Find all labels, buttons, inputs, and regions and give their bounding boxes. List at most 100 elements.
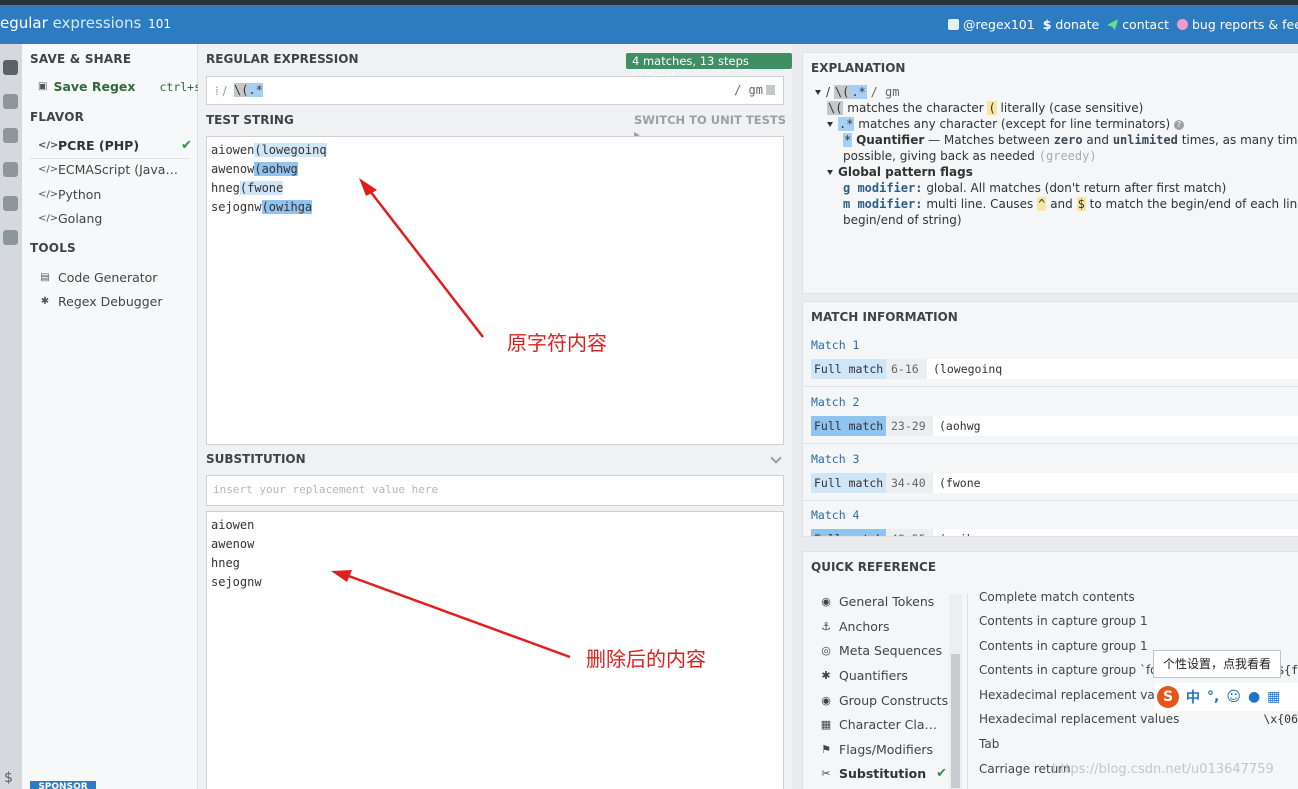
qr-description[interactable]: Complete match contents bbox=[979, 590, 1135, 604]
regex-debugger-link[interactable]: ✱ Regex Debugger bbox=[38, 294, 192, 309]
m-modifier-label: m modifier: bbox=[843, 197, 923, 211]
substitution-input[interactable] bbox=[213, 483, 773, 496]
ime-punctuation-toggle[interactable]: °, bbox=[1207, 689, 1219, 705]
regex-flags[interactable]: / gm bbox=[734, 83, 775, 97]
bug-report-link[interactable]: bug reports & feedback bbox=[1176, 17, 1298, 32]
qr-label: Flags/Modifiers bbox=[839, 742, 934, 757]
annotation-after-delete: 删除后的内容 bbox=[586, 647, 706, 671]
explanation-root[interactable]: / \(.* / gm bbox=[815, 85, 900, 99]
ime-language-toggle[interactable]: 中 bbox=[1186, 687, 1200, 707]
match-row[interactable]: Full match 6-16 (lowegoinq bbox=[811, 359, 1298, 379]
user-icon[interactable] bbox=[3, 128, 18, 143]
help-icon[interactable]: ? bbox=[1174, 119, 1185, 130]
match-label: Match 2 bbox=[811, 395, 860, 409]
ime-tooltip[interactable]: 个性设置，点我看看 bbox=[1153, 650, 1281, 678]
save-regex-label: Save Regex bbox=[53, 79, 136, 94]
contact-link[interactable]: contact bbox=[1107, 17, 1169, 32]
lifebuoy-icon: ◎ bbox=[821, 644, 831, 657]
explanation-flags: / gm bbox=[870, 85, 900, 99]
full-match-tag: Full match bbox=[811, 359, 887, 379]
match-label: Match 4 bbox=[811, 508, 860, 522]
pattern-escape-token: \( bbox=[234, 83, 249, 97]
qr-description[interactable]: Contents in capture group `foo` bbox=[979, 663, 1171, 677]
site-logo[interactable]: egular expressions 101 bbox=[0, 14, 171, 32]
match-row[interactable]: Full match 23-29 (aohwg bbox=[811, 416, 1298, 436]
match-range: 34-40 bbox=[891, 476, 926, 490]
contact-link-label: contact bbox=[1122, 17, 1169, 32]
microphone-icon[interactable]: ● bbox=[1248, 689, 1260, 705]
explanation-dot-line[interactable]: .* matches any character (except for lin… bbox=[827, 117, 1185, 131]
qr-description[interactable]: Contents in capture group 1 bbox=[979, 639, 1148, 653]
qr-description[interactable]: Hexadecimal replacement values bbox=[979, 688, 1179, 702]
chevron-down-icon[interactable] bbox=[770, 452, 782, 464]
logo-text-suffix: expressions bbox=[52, 14, 142, 32]
test-string-editor[interactable]: aiowen(lowegoinq awenow(aohwg hneg(fwone… bbox=[206, 136, 784, 445]
match-row[interactable]: Full match 48-55 (owihga bbox=[811, 529, 1298, 536]
qr-flags-modifiers[interactable]: ⚑ Flags/Modifiers bbox=[819, 742, 933, 757]
test-line: aiowen(lowegoinq bbox=[211, 143, 327, 157]
flavor-pcre-label: PCRE (PHP) bbox=[58, 138, 140, 153]
qr-scrollbar-thumb[interactable] bbox=[951, 654, 960, 788]
qr-general-tokens[interactable]: ◉ General Tokens bbox=[819, 594, 934, 609]
qr-meta-sequences[interactable]: ◎ Meta Sequences bbox=[819, 643, 942, 658]
library-icon[interactable] bbox=[3, 94, 18, 109]
flavor-python[interactable]: </> Python bbox=[38, 187, 192, 202]
match-row[interactable]: Full match 34-40 (fwone bbox=[811, 473, 1298, 493]
triangle-down-icon bbox=[827, 170, 833, 175]
donate-link-label: donate bbox=[1055, 17, 1100, 32]
code-generator-link[interactable]: ▤ Code Generator bbox=[38, 270, 192, 285]
test-line-text: awenow bbox=[211, 162, 255, 176]
pattern-dot-star-token: .* bbox=[248, 83, 263, 97]
qr-description[interactable]: Tab bbox=[979, 737, 999, 751]
logo-version: 101 bbox=[148, 17, 171, 31]
quiz-icon[interactable] bbox=[3, 162, 18, 177]
match-range: 48-55 bbox=[891, 529, 926, 536]
qr-anchors[interactable]: ⚓ Anchors bbox=[819, 619, 890, 634]
regex-input[interactable]: ⁞ / \(.* / gm bbox=[206, 76, 784, 105]
match-label: Match 1 bbox=[811, 338, 860, 352]
separator bbox=[803, 386, 1298, 387]
scissors-icon: ✂ bbox=[821, 767, 831, 780]
regex-delimiter: ⁞ / bbox=[215, 84, 227, 98]
regex-pattern[interactable]: \(.* bbox=[234, 83, 263, 97]
save-regex-button[interactable]: ▣ Save Regex ctrl+s bbox=[38, 79, 201, 94]
ime-toolbar[interactable]: S 中 °, ☺ ● ▦ bbox=[1155, 683, 1298, 711]
qr-quantifiers[interactable]: ✱ Quantifiers bbox=[819, 668, 908, 683]
grid-icon: ▦ bbox=[820, 718, 832, 731]
wrench-icon[interactable] bbox=[3, 196, 18, 211]
annotation-original: 原字符内容 bbox=[507, 331, 607, 355]
flavor-pcre[interactable]: </> PCRE (PHP) ✔ bbox=[38, 138, 192, 153]
donate-link[interactable]: $ donate bbox=[1043, 17, 1099, 32]
watermark: https://blog.csdn.net/u013647759 bbox=[1052, 762, 1274, 777]
flavor-ecmascript[interactable]: </> ECMAScript (JavaScript) bbox=[38, 162, 192, 177]
twitter-link[interactable]: @regex101 bbox=[948, 17, 1035, 32]
qr-substitution[interactable]: ✂ Substitution ✔ bbox=[819, 766, 947, 781]
qr-scrollbar[interactable] bbox=[949, 594, 962, 789]
icon-rail: $ bbox=[0, 44, 22, 789]
result-line: hneg bbox=[211, 556, 240, 570]
code-icon[interactable] bbox=[3, 60, 18, 75]
ime-logo-icon[interactable]: S bbox=[1157, 686, 1179, 708]
full-match-tag: Full match bbox=[811, 529, 887, 536]
qr-character-classes[interactable]: ▦ Character Classes bbox=[819, 717, 939, 732]
qr-description[interactable]: Hexadecimal replacement values bbox=[979, 712, 1179, 726]
qr-description[interactable]: Contents in capture group 1 bbox=[979, 614, 1148, 628]
sponsor-dollar-icon[interactable]: $ bbox=[4, 770, 13, 786]
flavor-python-label: Python bbox=[58, 187, 102, 202]
bug-icon bbox=[1176, 19, 1188, 30]
save-shortcut: ctrl+s bbox=[159, 79, 202, 94]
logo-text-prefix: egular bbox=[0, 14, 48, 32]
global-flags-line[interactable]: Global pattern flags bbox=[827, 165, 973, 179]
substitution-field[interactable] bbox=[206, 475, 784, 506]
explanation-quantifier-line: * Quantifier — Matches between zero and … bbox=[843, 133, 1298, 147]
flavor-golang[interactable]: </> Golang bbox=[38, 211, 192, 226]
regex-open-delimiter: / bbox=[222, 84, 227, 98]
qr-group-constructs[interactable]: ◉ Group Constructs bbox=[819, 693, 948, 708]
test-line-text: sejognw bbox=[211, 200, 262, 214]
match-count-badge: 4 matches, 13 steps (~0ms) bbox=[626, 53, 792, 84]
chat-icon[interactable] bbox=[3, 230, 18, 245]
keyboard-icon[interactable]: ▦ bbox=[1267, 689, 1280, 705]
sponsor-badge[interactable]: SPONSOR bbox=[30, 781, 96, 789]
emoji-icon[interactable]: ☺ bbox=[1226, 689, 1241, 705]
match-value: (fwone bbox=[933, 473, 1298, 493]
